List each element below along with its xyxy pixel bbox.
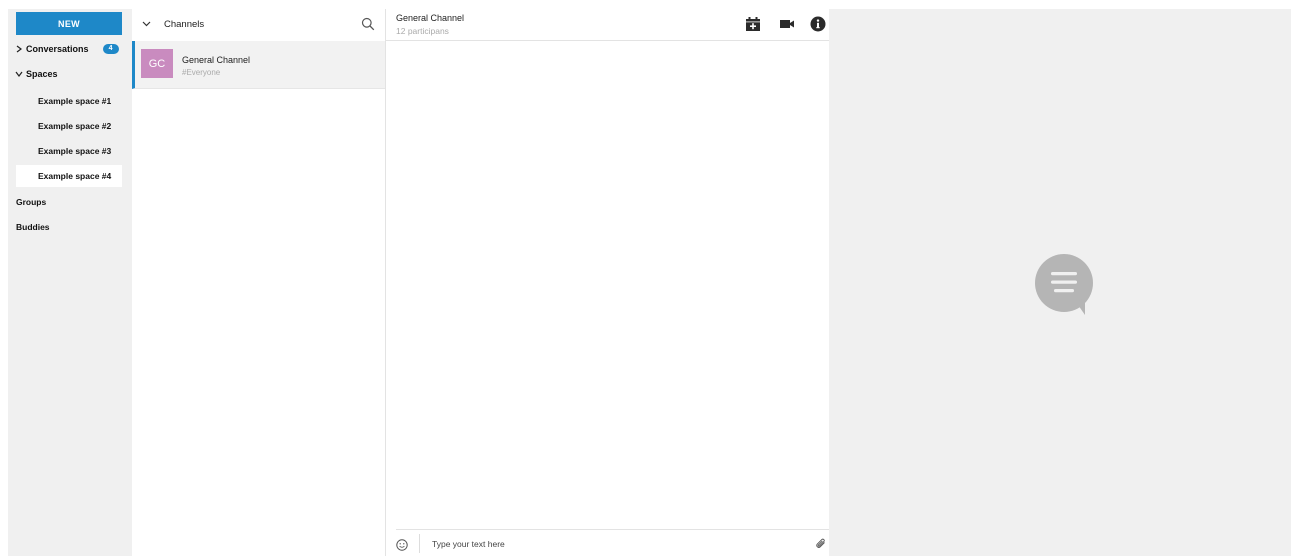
chat-panel: General Channel 12 participans [386, 9, 829, 556]
sidebar-item-label: Buddies [16, 222, 50, 232]
chevron-down-icon[interactable] [142, 19, 154, 31]
space-item-label: Example space #2 [38, 121, 112, 131]
space-item-1[interactable]: Example space #1 [16, 90, 122, 112]
sidebar-item-label: Groups [16, 197, 47, 207]
space-item-label: Example space #4 [38, 171, 112, 181]
video-camera-icon[interactable] [779, 16, 795, 32]
app-window: NEW Conversations 4 Spaces Example space… [0, 0, 1291, 556]
participants-count: 12 participans [396, 26, 449, 36]
sidebar-item-spaces[interactable]: Spaces [12, 62, 58, 86]
message-composer [396, 529, 829, 557]
emoji-icon[interactable] [396, 538, 408, 551]
search-icon[interactable] [361, 17, 375, 31]
space-item-2[interactable]: Example space #2 [16, 115, 122, 137]
space-item-4[interactable]: Example space #4 [16, 165, 122, 187]
space-item-label: Example space #1 [38, 96, 112, 106]
channels-title: Channels [164, 19, 205, 30]
paperclip-icon[interactable] [815, 537, 827, 549]
sidebar: NEW Conversations 4 Spaces Example space… [8, 9, 132, 556]
sidebar-item-buddies[interactable]: Buddies [16, 216, 50, 238]
channel-name: General Channel [182, 55, 251, 65]
message-input[interactable] [430, 537, 804, 550]
sidebar-item-label: Conversations [26, 44, 89, 54]
details-panel [829, 9, 1291, 556]
chat-title: General Channel [396, 13, 465, 23]
new-button[interactable]: NEW [16, 12, 122, 35]
sidebar-item-conversations[interactable]: Conversations 4 [12, 37, 119, 61]
space-item-label: Example space #3 [38, 146, 112, 156]
channels-panel: Channels GC General Channel #Everyone [132, 9, 386, 556]
sidebar-item-label: Spaces [26, 69, 58, 79]
sidebar-item-groups[interactable]: Groups [16, 191, 46, 213]
composer-divider [419, 534, 420, 553]
calendar-add-icon[interactable] [745, 16, 761, 32]
info-icon[interactable] [810, 16, 826, 32]
chevron-right-icon [12, 45, 26, 53]
channel-list-item[interactable]: GC General Channel #Everyone [132, 41, 385, 89]
channels-header: Channels [132, 9, 385, 40]
avatar: GC [141, 49, 173, 78]
chat-header: General Channel 12 participans [386, 9, 829, 41]
channel-tag: #Everyone [182, 68, 221, 77]
chevron-down-icon [12, 70, 26, 78]
chat-bubble-icon [1032, 254, 1096, 316]
unread-count-badge: 4 [102, 44, 119, 54]
space-item-3[interactable]: Example space #3 [16, 140, 122, 162]
